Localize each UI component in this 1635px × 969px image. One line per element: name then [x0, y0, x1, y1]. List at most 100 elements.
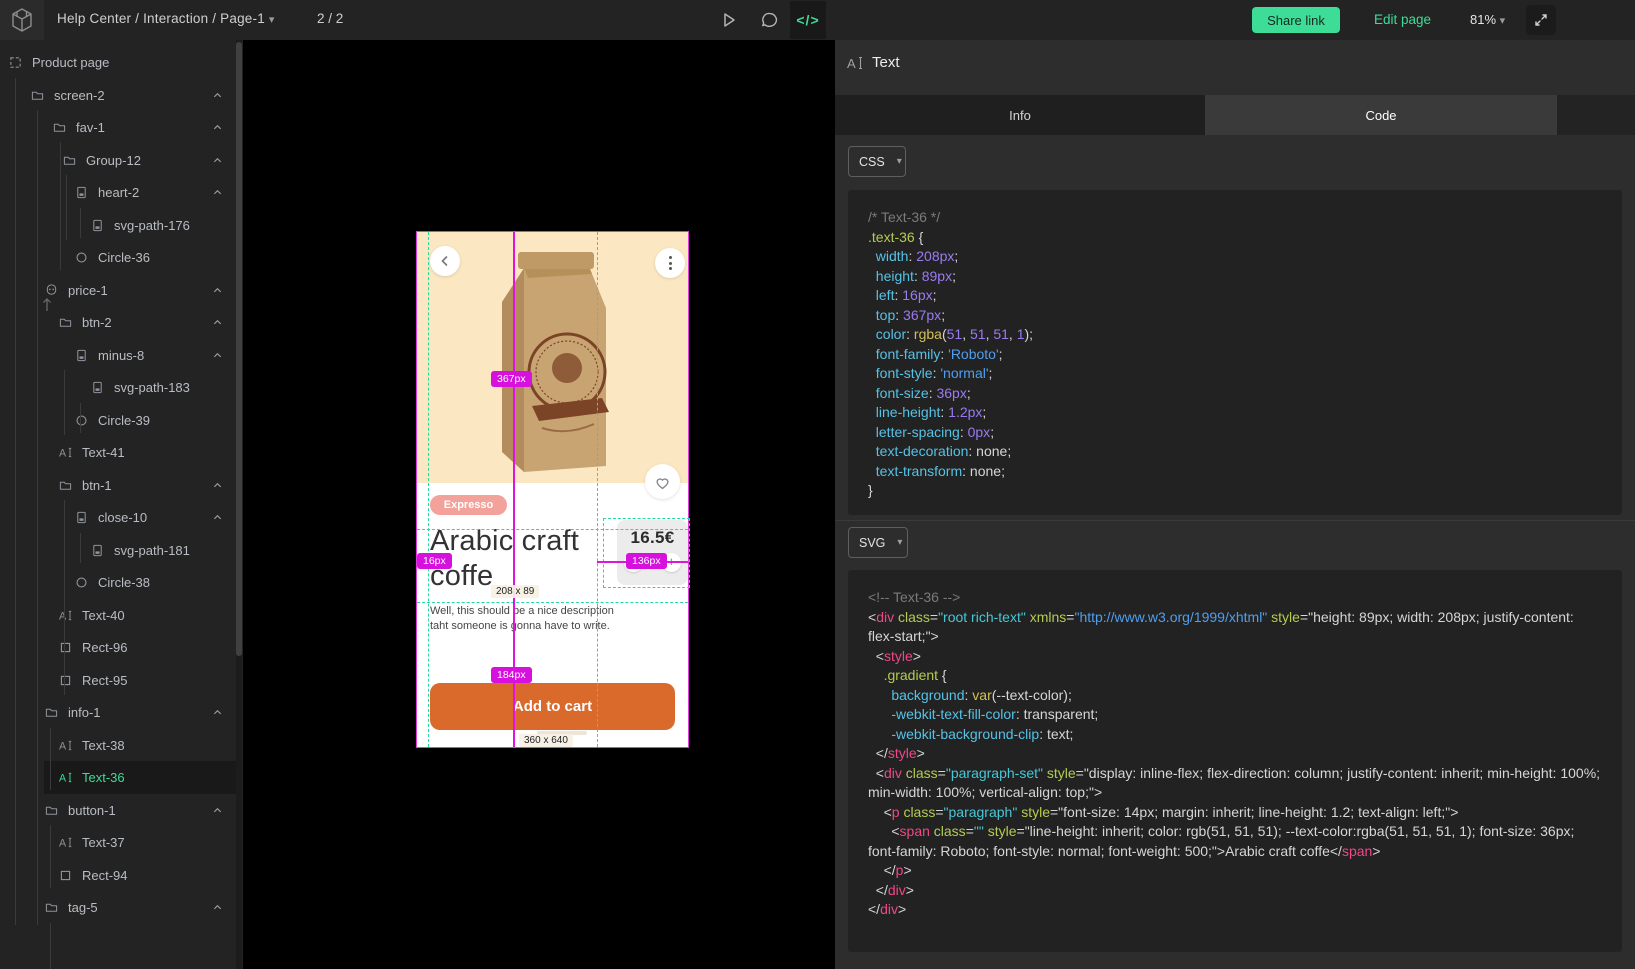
tree-item-text-40[interactable]: AText-40 — [0, 601, 236, 630]
layer-label: Text-37 — [82, 835, 125, 850]
css-language-dropdown[interactable]: CSS▾ — [848, 146, 906, 177]
section-divider — [835, 520, 1635, 521]
collapse-chevron-icon[interactable] — [212, 479, 223, 494]
layer-label: info-1 — [68, 705, 101, 720]
chat-bubble-icon — [760, 11, 779, 30]
tree-item-fav-1[interactable]: fav-1 — [0, 113, 236, 142]
product-tag[interactable]: Expresso — [430, 495, 507, 515]
tree-item-heart-2[interactable]: heart-2 — [0, 178, 236, 207]
screen-size-label: 360 x 640 — [519, 734, 573, 747]
tree-connector-line — [80, 403, 81, 433]
file-icon — [74, 348, 89, 363]
file-icon — [90, 218, 105, 233]
inspector-tabs: Info Code — [835, 95, 1635, 135]
collapse-chevron-icon[interactable] — [212, 154, 223, 169]
layer-label: close-10 — [98, 510, 147, 525]
collapse-chevron-icon[interactable] — [212, 186, 223, 201]
svg-text:A: A — [59, 740, 67, 751]
tree-item-svg-path-176[interactable]: svg-path-176 — [0, 211, 236, 240]
inspector-panel: A Text Info Code CSS▾ /* Text-36 */.text… — [835, 40, 1635, 969]
tree-item-circle-36[interactable]: Circle-36 — [0, 243, 236, 272]
app-logo[interactable] — [0, 0, 44, 40]
folder-icon — [58, 315, 73, 330]
tree-item-btn-2[interactable]: btn-2 — [0, 308, 236, 337]
file-icon — [74, 185, 89, 200]
more-options-button[interactable] — [655, 248, 685, 278]
layer-label: Product page — [32, 55, 109, 70]
chevron-down-icon: ▾ — [1500, 15, 1506, 27]
tree-item-group-12[interactable]: Group-12 — [0, 146, 236, 175]
circle-icon — [74, 413, 89, 428]
back-button[interactable] — [430, 246, 460, 276]
product-screen[interactable]: Expresso Arabic craftcoffe Well, this sh… — [417, 232, 688, 747]
collapse-chevron-icon[interactable] — [212, 349, 223, 364]
tree-item-circle-39[interactable]: Circle-39 — [0, 406, 236, 435]
zoom-control[interactable]: 81% ▾ — [1470, 12, 1505, 27]
layer-label: Rect-94 — [82, 868, 128, 883]
collapse-chevron-icon[interactable] — [212, 89, 223, 104]
text-icon: A — [58, 738, 73, 753]
tree-item-btn-1[interactable]: btn-1 — [0, 471, 236, 500]
canvas[interactable]: Expresso Arabic craftcoffe Well, this sh… — [243, 40, 835, 969]
tree-item-info-1[interactable]: info-1 — [0, 698, 236, 727]
file-icon — [74, 510, 89, 525]
collapse-chevron-icon[interactable] — [212, 804, 223, 819]
svg-language-dropdown[interactable]: SVG▾ — [848, 527, 908, 558]
edit-page-link[interactable]: Edit page — [1374, 12, 1431, 27]
tree-item-screen-2[interactable]: screen-2 — [0, 81, 236, 110]
collapse-chevron-icon[interactable] — [212, 284, 223, 299]
tree-item-tag-5[interactable]: tag-5 — [0, 893, 236, 922]
layer-label: button-1 — [68, 803, 116, 818]
layer-label: tag-5 — [68, 900, 98, 915]
tree-item-text-41[interactable]: AText-41 — [0, 438, 236, 467]
collapse-chevron-icon[interactable] — [212, 121, 223, 136]
collapse-chevron-icon[interactable] — [212, 706, 223, 721]
measure-badge-bottom: 184px — [491, 667, 532, 683]
play-button[interactable] — [710, 0, 748, 40]
comments-button[interactable] — [750, 0, 788, 40]
sidebar-scrollbar-thumb[interactable] — [236, 42, 242, 656]
layer-label: Text-38 — [82, 738, 125, 753]
tree-item-rect-96[interactable]: Rect-96 — [0, 633, 236, 662]
page-counter: 2 / 2 — [317, 11, 343, 26]
tree-item-rect-94[interactable]: Rect-94 — [0, 861, 236, 890]
fullscreen-button[interactable] — [1526, 5, 1556, 35]
measure-badge-left: 16px — [417, 553, 452, 569]
tree-item-text-36[interactable]: AText-36 — [0, 763, 236, 792]
frame-icon — [8, 55, 23, 70]
tree-item-text-37[interactable]: AText-37 — [0, 828, 236, 857]
expand-icon — [1533, 12, 1549, 28]
layer-label: btn-2 — [82, 315, 112, 330]
tree-connector-line — [64, 500, 65, 695]
favorite-button[interactable] — [645, 464, 680, 499]
layer-label: fav-1 — [76, 120, 105, 135]
breadcrumb[interactable]: Help Center / Interaction / Page-1▾ — [57, 11, 275, 26]
file-icon — [90, 543, 105, 558]
tree-item-close-10[interactable]: close-10 — [0, 503, 236, 532]
tab-info[interactable]: Info — [835, 95, 1205, 135]
folder-icon — [44, 900, 59, 915]
tree-item-product page[interactable]: Product page — [0, 48, 236, 77]
tab-spacer — [1557, 95, 1635, 135]
tree-item-text-38[interactable]: A Text-38 — [0, 731, 236, 760]
play-icon — [720, 11, 738, 29]
share-link-button[interactable]: Share link — [1252, 7, 1340, 33]
tree-item-button-1[interactable]: button-1 — [0, 796, 236, 825]
tab-code[interactable]: Code — [1205, 95, 1557, 135]
chevron-left-icon — [439, 255, 451, 267]
tree-item-minus-8[interactable]: minus-8 — [0, 341, 236, 370]
collapse-chevron-icon[interactable] — [212, 316, 223, 331]
add-to-cart-button[interactable]: Add to cart — [430, 683, 675, 730]
layer-label: Text-36 — [82, 770, 125, 785]
collapse-chevron-icon[interactable] — [212, 901, 223, 916]
title-size-label: 208 x 89 — [491, 585, 539, 598]
tree-item-svg-path-183[interactable]: svg-path-183 — [0, 373, 236, 402]
tree-item-svg-path-181[interactable]: svg-path-181 — [0, 536, 236, 565]
tree-item-price-1[interactable]: price-1 — [0, 276, 236, 305]
layer-label: svg-path-176 — [114, 218, 190, 233]
tree-item-rect-95[interactable]: Rect-95 — [0, 666, 236, 695]
css-code-block: /* Text-36 */.text-36 { width: 208px; he… — [848, 190, 1622, 515]
code-mode-button[interactable]: </> — [790, 1, 826, 39]
collapse-chevron-icon[interactable] — [212, 511, 223, 526]
tree-item-circle-38[interactable]: Circle-38 — [0, 568, 236, 597]
